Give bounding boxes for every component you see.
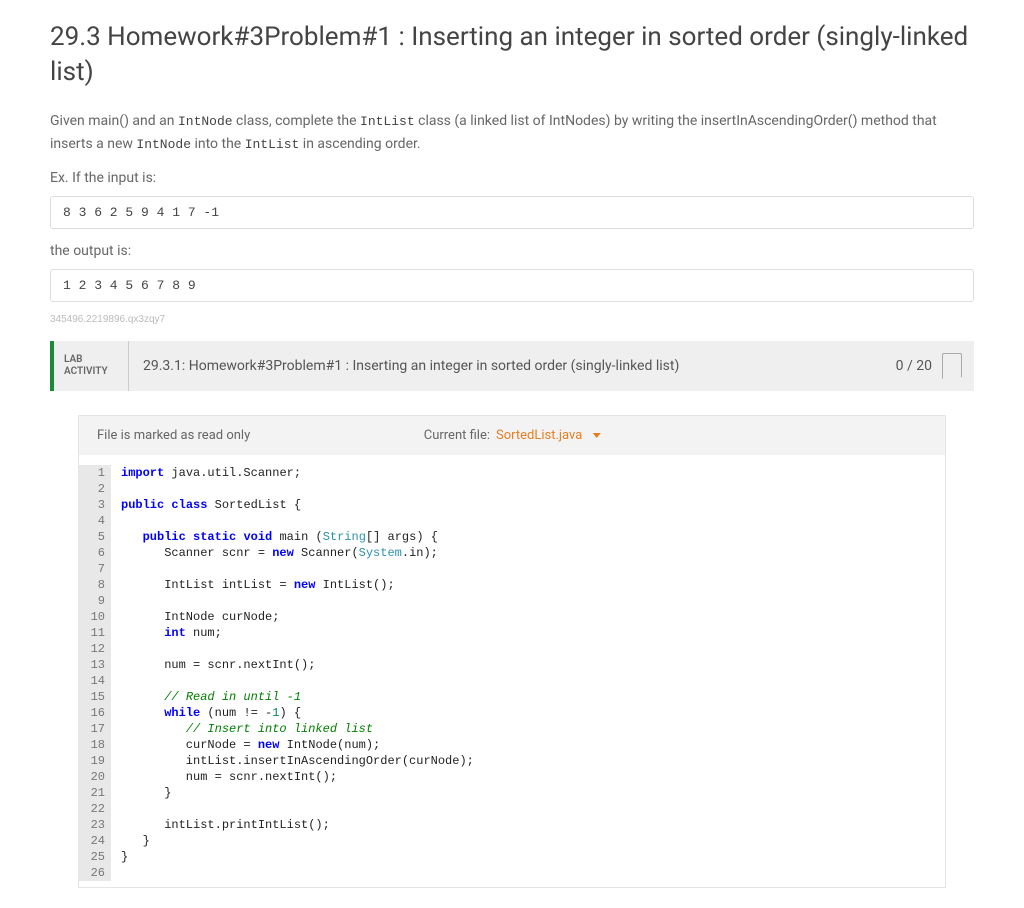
code-content: import java.util.Scanner; public class S…: [111, 465, 474, 881]
current-file-label-text: Current file:: [424, 428, 490, 443]
readonly-label: File is marked as read only: [97, 428, 250, 443]
code-intlist: IntList: [360, 114, 415, 129]
current-file-selector[interactable]: Current file: SortedList.java: [424, 428, 601, 443]
filename: SortedList.java: [496, 428, 582, 443]
output-label: the output is:: [50, 243, 974, 259]
code-panel-header: File is marked as read only Current file…: [79, 416, 945, 455]
example-input-box: 8 3 6 2 5 9 4 1 7 -1: [50, 196, 974, 229]
input-label: Ex. If the input is:: [50, 170, 974, 186]
problem-description: Given main() and an IntNode class, compl…: [50, 110, 974, 156]
bookmark-icon[interactable]: [942, 353, 962, 379]
code-intlist: IntList: [245, 137, 300, 152]
desc-text: in ascending order.: [299, 136, 420, 152]
watermark-text: 345496.2219896.qx3zqy7: [50, 314, 974, 325]
desc-text: class, complete the: [233, 113, 360, 129]
code-panel: File is marked as read only Current file…: [78, 415, 946, 888]
line-number-gutter: 1234567891011121314151617181920212223242…: [79, 465, 111, 881]
activity-title: 29.3.1: Homework#3Problem#1 : Inserting …: [129, 341, 884, 391]
code-intnode: IntNode: [136, 137, 191, 152]
score-text: 0 / 20: [896, 358, 932, 374]
page-title: 29.3 Homework#3Problem#1 : Inserting an …: [50, 20, 974, 90]
lab-label: LAB: [64, 354, 118, 366]
example-output-box: 1 2 3 4 5 6 7 8 9: [50, 269, 974, 302]
activity-score: 0 / 20: [884, 341, 974, 391]
code-intnode: IntNode: [178, 114, 233, 129]
activity-bar: LAB ACTIVITY 29.3.1: Homework#3Problem#1…: [50, 341, 974, 391]
desc-text: into the: [191, 136, 245, 152]
chevron-down-icon: [592, 433, 600, 438]
activity-label: LAB ACTIVITY: [54, 341, 129, 391]
activity-label-bottom: ACTIVITY: [64, 366, 118, 378]
code-area: 1234567891011121314151617181920212223242…: [79, 455, 945, 887]
desc-text: Given main() and an: [50, 113, 178, 129]
